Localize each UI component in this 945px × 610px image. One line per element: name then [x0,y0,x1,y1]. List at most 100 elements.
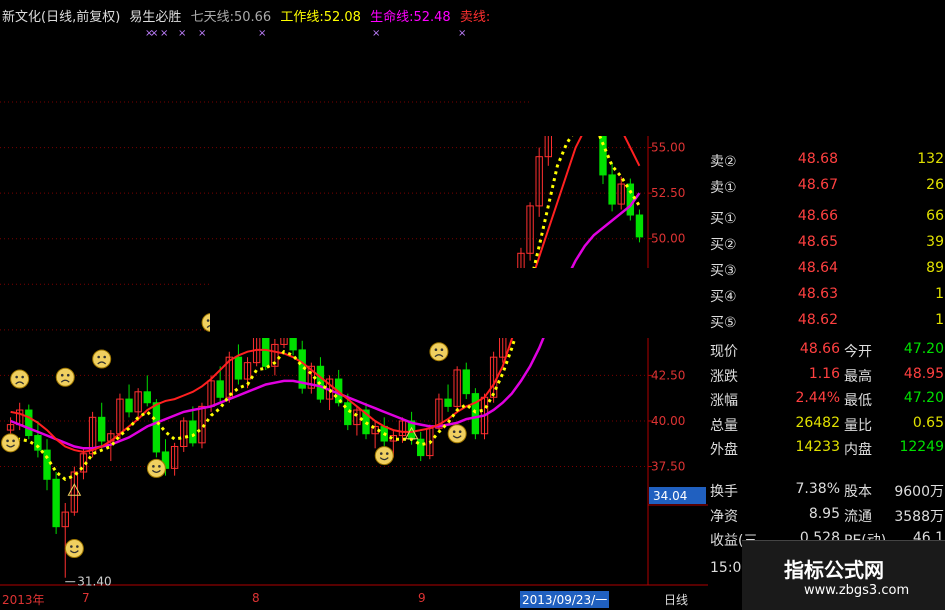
quote-value: 0.65 [912,414,944,431]
low-annotation-label: 31.40 [77,575,111,589]
quote-label: 流通 [844,508,872,525]
candle-body [444,398,452,407]
face-eye [76,545,79,548]
buy-5-label: 买⑤ [710,315,737,331]
life-line-value: 52.48 [413,10,451,25]
quote-time-value: 15:0 [710,560,742,576]
quote-label: 换手 [710,484,738,500]
face-eye [206,319,210,322]
signal-marker-x: × [258,28,266,39]
x-label-8: 8 [252,591,260,605]
buy-1-label: 买① [710,211,737,227]
face-eye [152,465,155,468]
face-eye [458,430,462,434]
seven-day-label: 七天线: [190,10,234,25]
candle-body [125,398,133,413]
frown-icon [429,342,449,362]
buy-3-vol: 89 [926,260,944,276]
quote-panel: 卖② 48.68 132 卖① 48.67 26 买① 48.66 66 买② … [708,135,945,609]
order-sell-1[interactable]: 卖① 48.67 26 [708,177,945,201]
quote-label: 总量 [710,417,738,434]
quote-value: 14233 [795,439,840,455]
candle-body [462,369,470,395]
candle-body [626,183,635,216]
quote-value: 47.20 [903,341,944,357]
buy-2-label: 买② [710,237,737,253]
candle-body [143,391,151,404]
quote-value: 8.95 [808,505,840,522]
indicator-name: 易生必胜 [129,10,182,25]
smiley-icon [447,424,467,444]
sell-1-label: 卖① [710,180,737,196]
stock-title: 新文化(日线,前复权) [2,10,121,25]
kline-chart[interactable]: 57.5055.0052.5050.0047.5045.0042.5040.00… [0,0,708,609]
chart-header: 新文化(日线,前复权) 易生必胜 七天线:50.66 工作线:52.08 生命线… [2,6,495,25]
face-eye [21,375,24,379]
candle-body [635,214,644,238]
quote-row: 换手 7.38% 股本 9600万 [708,481,945,505]
quote-value: 26482 [795,414,840,431]
sell-1-price: 48.67 [797,177,838,193]
quote-label: 最高 [844,368,872,385]
signal-marker-x: × [458,28,466,39]
occluded-region [530,0,708,136]
face-eye [6,439,9,443]
x-label-year: 2013年 [2,593,45,607]
quote-value: 2.44% [795,390,840,406]
quote-value: 47.20 [903,390,944,406]
order-buy-4[interactable]: 买④ 48.63 1 [708,286,945,310]
period-button[interactable]: 日线 [664,591,688,608]
work-line-value: 52.08 [323,10,361,25]
y-tick-label: 55.00 [651,141,685,155]
watermark: 指标公式网 www.zbgs3.com [742,540,945,610]
quote-label: 涨幅 [710,393,738,409]
quote-value: 7.38% [795,481,840,497]
signal-marker-x: × [372,28,380,39]
order-buy-2[interactable]: 买② 48.65 39 [708,234,945,258]
candle-body [471,393,480,435]
candle-body [608,174,616,205]
candle-body [216,380,224,398]
signal-marker-x: × [198,28,206,39]
sell-2-price: 48.68 [797,151,838,167]
y-tick-label: 50.00 [651,232,685,246]
y-tick-label: 40.00 [651,414,685,428]
seven-day-value: 50.66 [233,10,272,25]
quote-label: 净资 [710,508,738,525]
quote-row: 外盘 14233 内盘 12249 [708,439,945,463]
watermark-url: www.zbgs3.com [804,583,910,598]
buy-3-label: 买③ [710,263,737,279]
selected-date: 2013/09/23/一 [520,591,610,608]
watermark-title: 指标公式网 [784,558,884,582]
candle-body [25,409,33,437]
candle-body [234,356,243,380]
face-eye [70,545,73,548]
quote-value: 48.95 [903,365,944,382]
buy-1-price: 48.66 [797,208,838,224]
order-buy-3[interactable]: 买③ 48.64 89 [708,260,945,284]
buy-5-vol: 1 [935,312,944,328]
buy-2-price: 48.65 [797,234,838,250]
face-eye [452,430,456,434]
smiley-icon [64,539,84,559]
buy-5-price: 48.62 [797,312,838,328]
sell-1-vol: 26 [926,177,944,193]
occluded-region [210,268,708,338]
face-eye [379,452,383,455]
frown-icon [55,367,75,387]
frown-icon [10,369,30,389]
face-eye [385,452,389,455]
buy-1-vol: 66 [926,208,944,224]
candle-body [152,402,161,453]
order-sell-2[interactable]: 卖② 48.68 132 [708,151,945,175]
face-eye [440,348,444,352]
face-eye [158,465,161,468]
order-buy-5[interactable]: 买⑤ 48.62 1 [708,312,945,336]
face-eye [434,348,438,352]
smiley-icon [146,458,166,478]
face-eye [103,355,106,359]
sell-2-vol: 132 [917,151,944,167]
smiley-icon [374,446,394,466]
y-tick-label: 42.50 [651,368,685,382]
order-buy-1[interactable]: 买① 48.66 66 [708,208,945,232]
